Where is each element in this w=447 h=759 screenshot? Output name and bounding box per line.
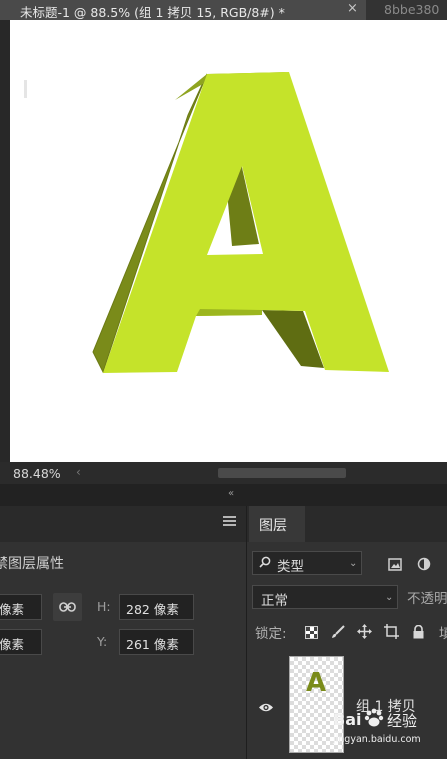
- properties-title: 禁图层属性: [0, 556, 64, 572]
- layer-row[interactable]: A 组 1 拷贝 Bai 经验 jingyan.baidu.com: [247, 650, 447, 759]
- layer-thumbnail-letter: A: [306, 668, 327, 698]
- lock-label: 锁定:: [255, 626, 287, 642]
- paw-icon: [363, 708, 385, 734]
- eye-icon[interactable]: [258, 698, 274, 717]
- watermark-brand-right: 经验: [387, 712, 418, 730]
- y-label: Y:: [97, 634, 108, 649]
- brush-icon[interactable]: [331, 624, 346, 639]
- layer-filter-label: 类型: [277, 559, 304, 575]
- status-bar: 88.48% ‹: [0, 462, 447, 484]
- document-canvas[interactable]: [10, 20, 447, 462]
- letter-a-crossbar-shade: [196, 309, 262, 316]
- height-label: H:: [97, 599, 111, 614]
- y-field[interactable]: 261 像素: [119, 629, 194, 655]
- watermark: Bai 经验 jingyan.baidu.com: [333, 708, 447, 754]
- scroll-left-icon[interactable]: ‹: [76, 465, 81, 479]
- artboard-lock-icon[interactable]: [384, 624, 399, 639]
- chevron-down-icon: ⌄: [385, 592, 394, 603]
- layers-tab-bar: 图层: [247, 506, 447, 542]
- blend-mode-label: 正常: [261, 593, 288, 609]
- fill-label: 填: [439, 626, 447, 642]
- document-tab-active[interactable]: 未标题-1 @ 88.5% (组 1 拷贝 15, RGB/8#) * ×: [0, 0, 366, 20]
- collapse-icon[interactable]: «: [228, 488, 234, 499]
- hamburger-icon[interactable]: [223, 515, 236, 530]
- tab-layers-label: 图层: [259, 518, 287, 534]
- lock-icon[interactable]: [412, 624, 427, 639]
- layer-filter-select[interactable]: 类型 ⌄: [252, 551, 362, 575]
- properties-panel: 禁图层属性 像素 H: 282 像素 像素 Y: 261 像素: [0, 506, 246, 759]
- width-field[interactable]: 像素: [0, 594, 42, 620]
- link-dimensions-button[interactable]: [53, 593, 82, 621]
- blend-mode-select[interactable]: 正常 ⌄: [252, 585, 398, 609]
- horizontal-scrollbar[interactable]: [218, 468, 346, 478]
- panel-collapse-strip[interactable]: «: [0, 484, 447, 506]
- watermark-url: jingyan.baidu.com: [333, 734, 421, 745]
- move-icon[interactable]: [357, 624, 372, 639]
- document-tab-title: 未标题-1 @ 88.5% (组 1 拷贝 15, RGB/8#) *: [20, 5, 285, 20]
- tab-layers[interactable]: 图层: [249, 506, 305, 542]
- document-tab-inactive[interactable]: 8bbe380: [366, 0, 447, 20]
- document-tab-inactive-title: 8bbe380: [384, 2, 440, 17]
- link-icon: [59, 602, 76, 612]
- ruler-marker: [24, 80, 27, 98]
- letter-a-artwork: [92, 72, 389, 374]
- zoom-level[interactable]: 88.48%: [13, 466, 61, 481]
- close-icon[interactable]: ×: [347, 1, 358, 16]
- layers-panel: 图层 类型 ⌄ 正常 ⌄ 不透明 锁定: 填 A 组 1 拷贝 Bai 经验 j…: [246, 506, 447, 759]
- image-filter-icon[interactable]: [388, 556, 402, 571]
- canvas-area[interactable]: [0, 20, 447, 462]
- x-field[interactable]: 像素: [0, 629, 42, 655]
- opacity-label: 不透明: [407, 591, 447, 607]
- lock-transparent-pixels-icon[interactable]: [305, 624, 320, 639]
- document-tab-bar: 未标题-1 @ 88.5% (组 1 拷贝 15, RGB/8#) * × 8b…: [0, 0, 447, 20]
- height-field[interactable]: 282 像素: [119, 594, 194, 620]
- adjustment-filter-icon[interactable]: [417, 556, 431, 571]
- search-icon: [259, 556, 271, 571]
- chevron-down-icon: ⌄: [349, 558, 358, 569]
- watermark-brand-left: Bai: [333, 710, 362, 729]
- properties-header: [0, 506, 246, 542]
